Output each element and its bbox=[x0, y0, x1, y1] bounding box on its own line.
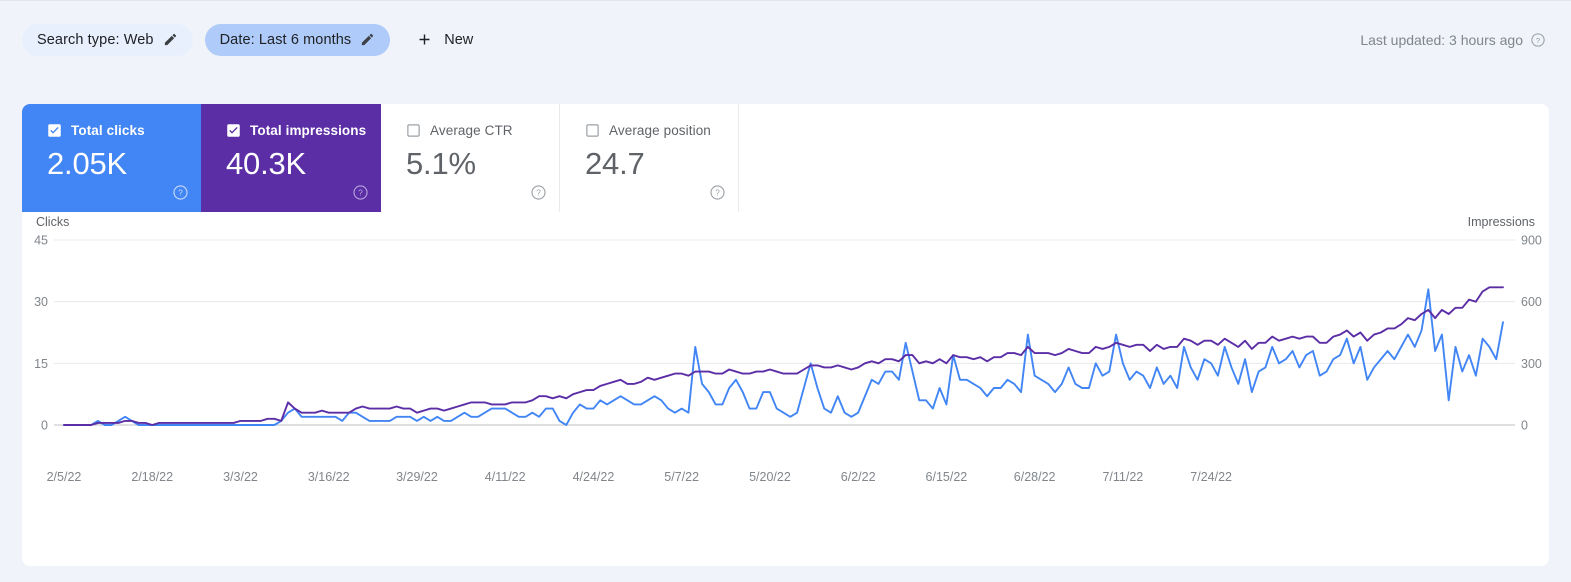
metric-value: 2.05K bbox=[47, 146, 128, 181]
metric-value: 24.7 bbox=[585, 146, 645, 181]
x-axis-tick: 2/18/22 bbox=[131, 470, 173, 484]
filter-chip-date[interactable]: Date: Last 6 months bbox=[204, 23, 391, 56]
x-axis-tick: 7/24/22 bbox=[1190, 470, 1232, 484]
chart-line-clicks bbox=[63, 288, 1504, 426]
last-updated-status: Last updated: 3 hours ago ? bbox=[1360, 32, 1549, 48]
metric-header: Average CTR bbox=[406, 123, 559, 138]
last-updated-text: Last updated: 3 hours ago bbox=[1360, 31, 1523, 48]
metric-label: Total impressions bbox=[250, 123, 367, 138]
x-axis-tick: 3/29/22 bbox=[396, 470, 438, 484]
metric-card-total-impressions[interactable]: Total impressions 40.3K ? bbox=[201, 104, 381, 212]
right-axis-labels: Impressions 0 300 600 900 bbox=[1468, 215, 1542, 433]
metric-value: 40.3K bbox=[226, 146, 307, 181]
pencil-icon[interactable] bbox=[163, 32, 178, 47]
metric-header: Total clicks bbox=[47, 123, 201, 138]
svg-text:?: ? bbox=[1536, 35, 1540, 44]
x-axis-tick: 7/11/22 bbox=[1102, 470, 1143, 484]
left-axis-title: Clicks bbox=[36, 215, 69, 229]
right-axis-tick: 600 bbox=[1521, 295, 1542, 309]
x-axis-tick: 2/5/22 bbox=[47, 470, 82, 484]
search-performance-page: Search type: Web Date: Last 6 months New… bbox=[0, 0, 1571, 582]
checkbox-checked-icon[interactable] bbox=[47, 123, 62, 138]
left-axis-tick: 0 bbox=[41, 419, 48, 433]
svg-text:?: ? bbox=[178, 189, 183, 198]
left-axis-tick: 30 bbox=[34, 295, 48, 309]
metric-header: Average position bbox=[585, 123, 738, 138]
help-circle-icon[interactable]: ? bbox=[352, 184, 369, 201]
filter-chip-date-label: Date: Last 6 months bbox=[219, 31, 352, 48]
x-axis-tick: 6/28/22 bbox=[1014, 470, 1056, 484]
right-axis-tick: 300 bbox=[1521, 357, 1542, 371]
performance-card: Total clicks 2.05K ? Total impressions 4… bbox=[22, 104, 1549, 566]
filter-chip-search-type[interactable]: Search type: Web bbox=[22, 23, 193, 56]
svg-text:?: ? bbox=[358, 189, 363, 198]
x-axis-tick: 5/7/22 bbox=[664, 470, 699, 484]
x-axis-tick: 3/16/22 bbox=[308, 470, 350, 484]
metric-label: Average CTR bbox=[430, 123, 513, 138]
metric-card-row: Total clicks 2.05K ? Total impressions 4… bbox=[22, 104, 739, 212]
metric-label: Total clicks bbox=[71, 123, 145, 138]
x-axis-tick: 3/3/22 bbox=[223, 470, 258, 484]
right-axis-tick: 0 bbox=[1521, 419, 1528, 433]
left-axis-tick: 15 bbox=[34, 357, 48, 371]
checkbox-checked-icon[interactable] bbox=[226, 123, 241, 138]
metric-value: 5.1% bbox=[406, 146, 476, 181]
performance-chart-svg[interactable]: Clicks 0 15 30 45 Impressions 0 300 600 900 2/5/… bbox=[22, 212, 1549, 566]
new-filter-button[interactable]: New bbox=[416, 31, 473, 48]
new-filter-label: New bbox=[444, 31, 474, 48]
help-circle-icon[interactable]: ? bbox=[709, 184, 726, 201]
metric-header: Total impressions bbox=[226, 123, 381, 138]
checkbox-unchecked-icon[interactable] bbox=[585, 123, 600, 138]
checkbox-unchecked-icon[interactable] bbox=[406, 123, 421, 138]
pencil-icon[interactable] bbox=[360, 32, 375, 47]
x-axis-tick: 6/15/22 bbox=[926, 470, 968, 484]
help-circle-icon[interactable]: ? bbox=[530, 184, 547, 201]
x-axis-tick: 4/11/22 bbox=[485, 470, 526, 484]
right-axis-tick: 900 bbox=[1521, 234, 1542, 248]
svg-text:?: ? bbox=[536, 189, 541, 198]
right-axis-title: Impressions bbox=[1468, 215, 1535, 229]
performance-chart[interactable]: Clicks 0 15 30 45 Impressions 0 300 600 900 2/5/… bbox=[22, 212, 1549, 566]
left-axis-tick: 45 bbox=[34, 234, 48, 248]
svg-text:?: ? bbox=[715, 189, 720, 198]
metric-card-average-position[interactable]: Average position 24.7 ? bbox=[560, 104, 739, 212]
chart-series bbox=[63, 286, 1504, 426]
x-axis-tick: 4/24/22 bbox=[573, 470, 615, 484]
x-axis-tick: 5/20/22 bbox=[749, 470, 791, 484]
metric-label: Average position bbox=[609, 123, 711, 138]
chart-gridlines bbox=[54, 239, 1515, 426]
help-circle-icon[interactable]: ? bbox=[172, 184, 189, 201]
metric-card-average-ctr[interactable]: Average CTR 5.1% ? bbox=[381, 104, 560, 212]
filter-bar: Search type: Web Date: Last 6 months New… bbox=[0, 0, 1571, 78]
left-axis-labels: Clicks 0 15 30 45 bbox=[34, 215, 69, 433]
metric-card-total-clicks[interactable]: Total clicks 2.05K ? bbox=[22, 104, 201, 212]
plus-icon bbox=[419, 34, 430, 45]
filter-chip-search-type-label: Search type: Web bbox=[37, 31, 154, 48]
x-axis-tick: 6/2/22 bbox=[841, 470, 876, 484]
x-axis-labels: 2/5/22 2/18/22 3/3/22 3/16/22 3/29/22 4/11/22… bbox=[47, 470, 1232, 484]
help-circle-icon[interactable]: ? bbox=[1530, 32, 1546, 48]
